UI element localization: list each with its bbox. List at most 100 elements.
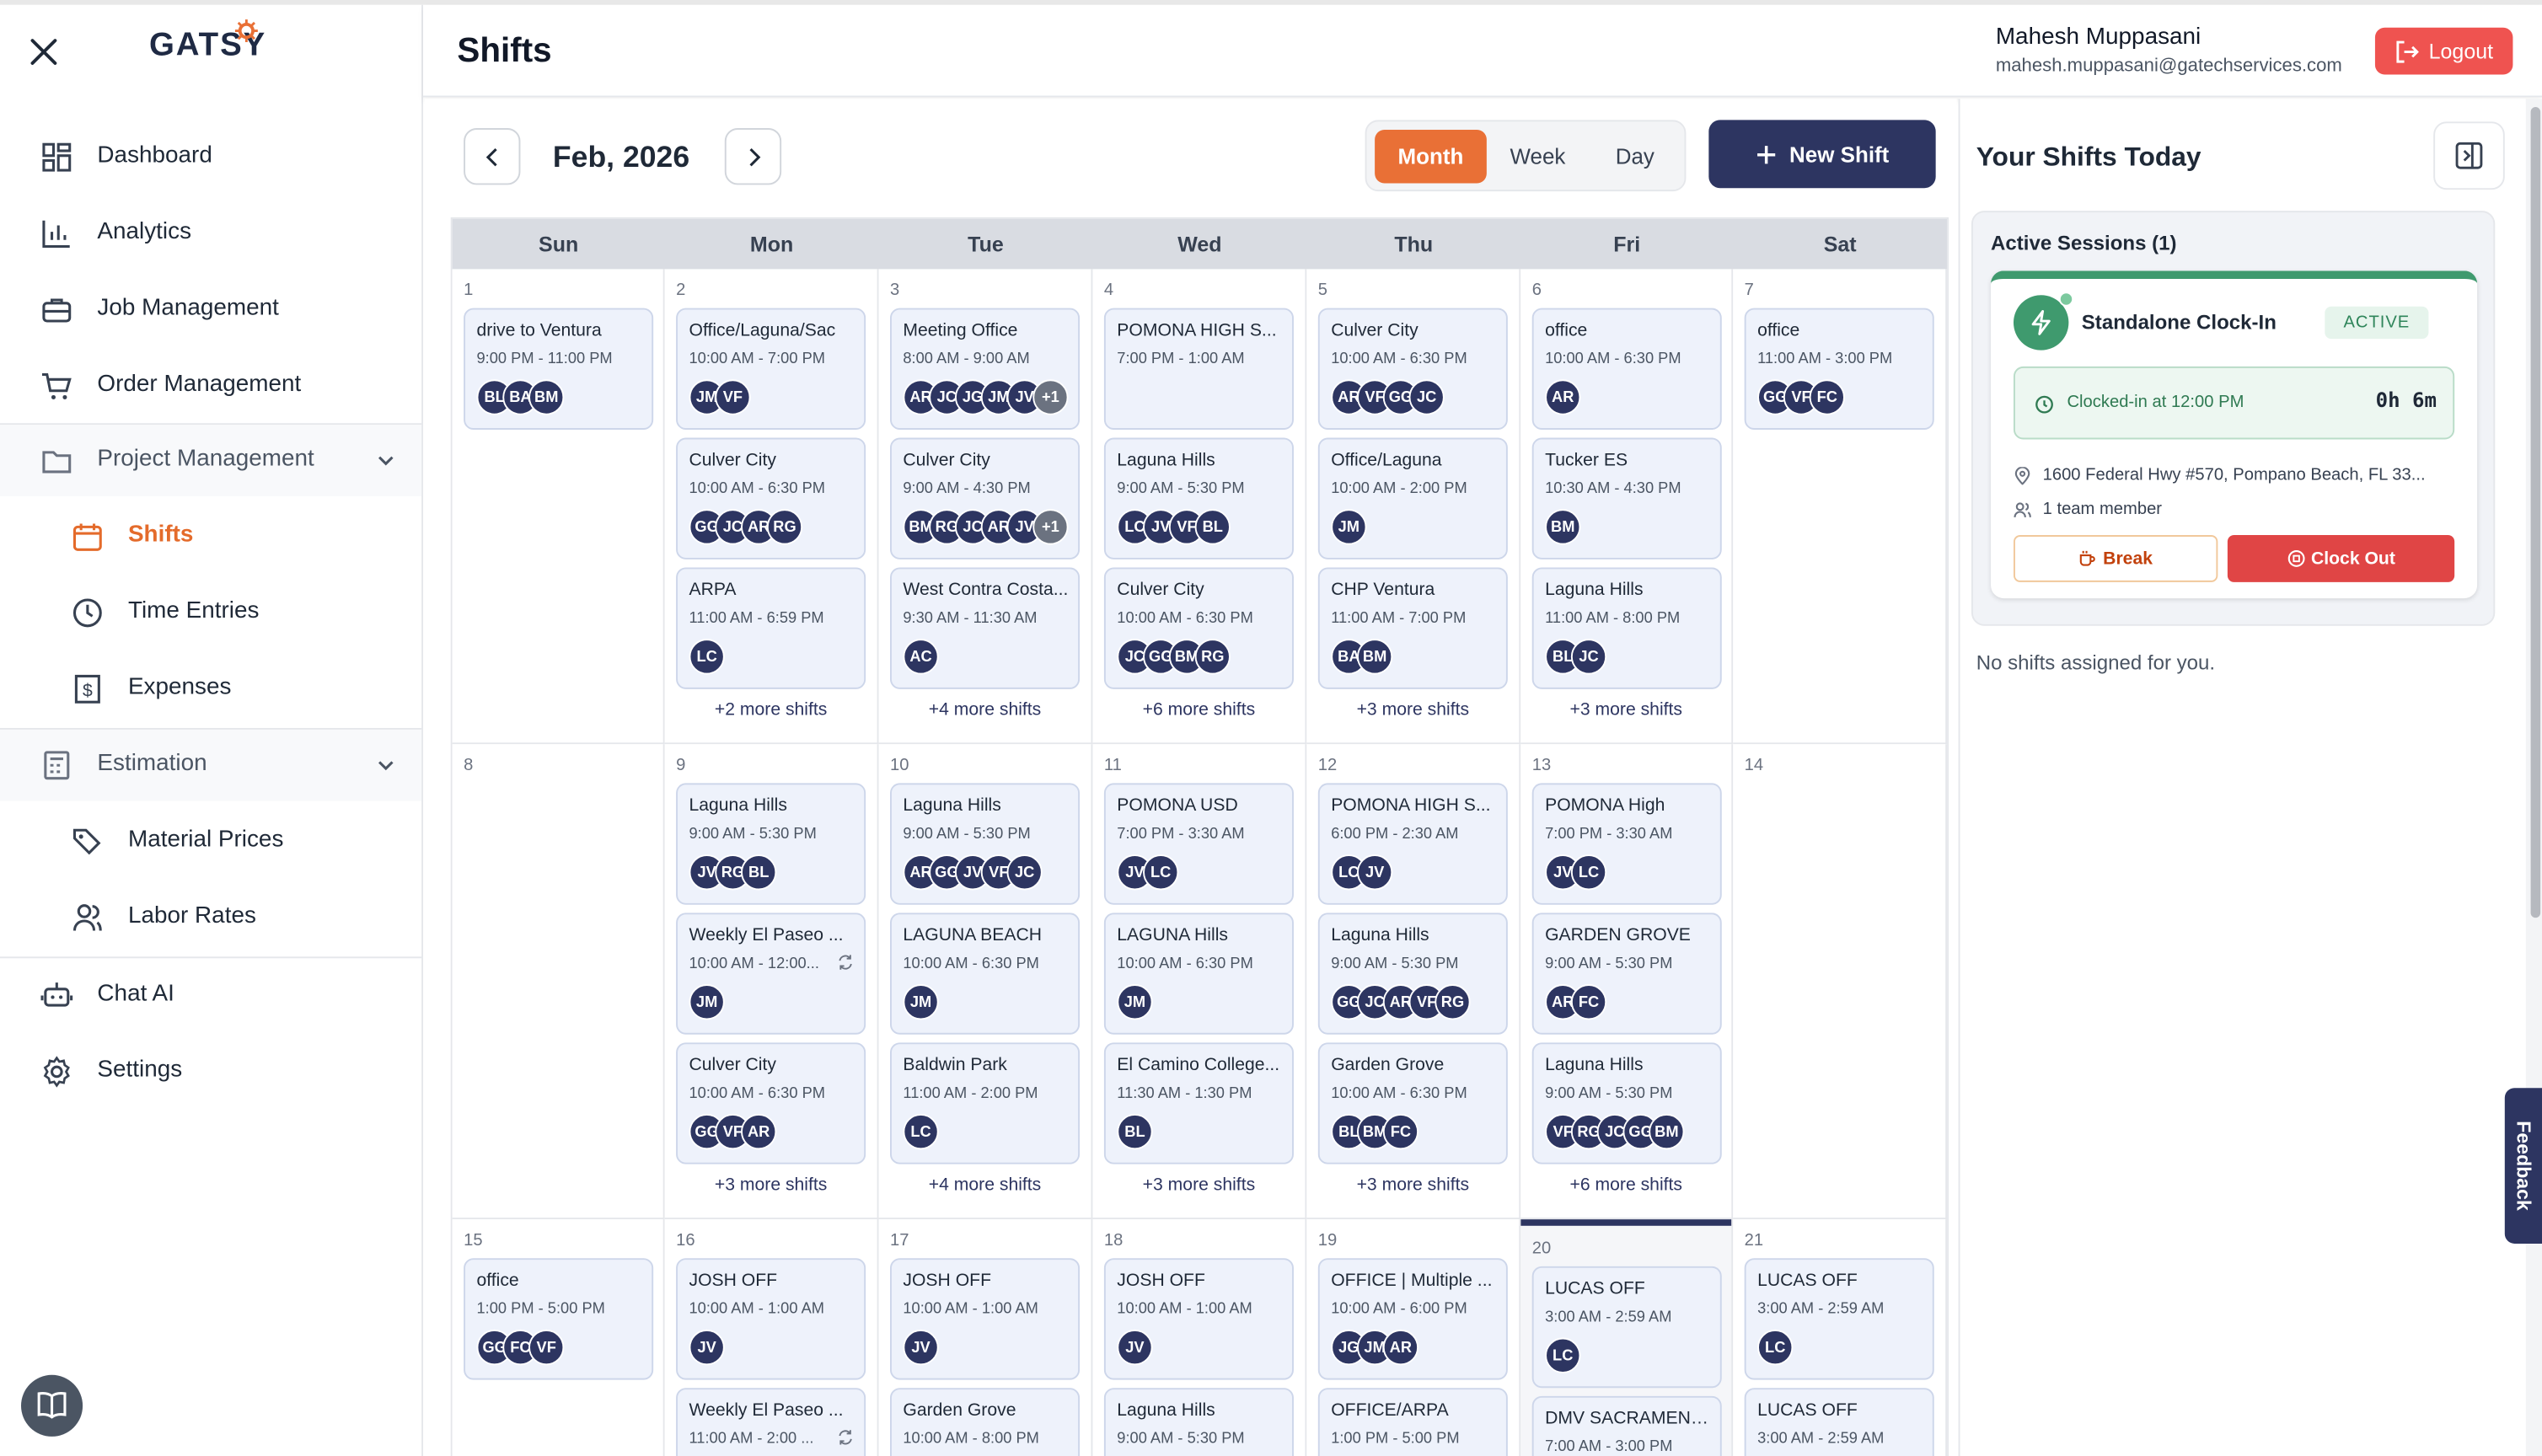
- shift-card[interactable]: office 1:00 PM - 5:00 PM GG FC VF: [464, 1258, 654, 1380]
- shift-card[interactable]: DMV SACRAMENTO 7:00 AM - 3:00 PM: [1531, 1395, 1722, 1456]
- calendar-day-cell[interactable]: 10 Laguna Hills 9:00 AM - 5:30 PM AR GG JV VF J…: [878, 744, 1093, 1220]
- shift-card[interactable]: OFFICE | Multiple ... 10:00 AM - 6:00 PM J…: [1317, 1258, 1508, 1380]
- shift-card[interactable]: Laguna Hills 9:00 AM - 5:30 PM LC JV VF BL: [1103, 437, 1294, 559]
- calendar-day-cell[interactable]: 16 JOSH OFF 10:00 AM - 1:00 AM JV Weekly El …: [664, 1219, 879, 1456]
- view-month-button[interactable]: Month: [1375, 129, 1487, 184]
- view-week-button[interactable]: Week: [1488, 130, 1587, 184]
- sidebar-item-estimation[interactable]: Estimation: [0, 729, 422, 801]
- calendar-day-cell[interactable]: 7 office 11:00 AM - 3:00 PM GG VF FC: [1733, 269, 1948, 745]
- more-shifts-link[interactable]: +3 more shifts: [1092, 1175, 1305, 1195]
- sidebar-item-dashboard[interactable]: Dashboard: [0, 121, 421, 193]
- more-shifts-link[interactable]: +3 more shifts: [1306, 700, 1519, 720]
- shift-card[interactable]: Laguna Hills 9:00 AM - 5:30 PM: [1103, 1388, 1294, 1456]
- sidebar-item-project-management[interactable]: Project Management: [0, 425, 422, 496]
- shift-card[interactable]: Laguna Hills 9:00 AM - 5:30 PM AR GG JV VF JC: [890, 783, 1081, 905]
- shift-card[interactable]: Meeting Office 8:00 AM - 9:00 AM AR JC JG JM J…: [890, 308, 1081, 430]
- shift-card[interactable]: drive to Ventura 9:00 PM - 11:00 PM BL BA BM: [464, 308, 654, 430]
- shift-card[interactable]: West Contra Costa... 9:30 AM - 11:30 AM AC: [890, 567, 1081, 689]
- collapse-panel-button[interactable]: [2433, 121, 2505, 190]
- calendar-day-cell[interactable]: 13 POMONA High 7:00 PM - 3:30 AM JV LC GARDEN…: [1520, 744, 1734, 1220]
- calendar-day-cell[interactable]: 6 office 10:00 AM - 6:30 PM AR Tucker ES 10:3…: [1520, 269, 1734, 745]
- sidebar-item-chat-ai[interactable]: Chat AI: [0, 960, 421, 1031]
- sidebar-item-time-entries[interactable]: Time Entries: [0, 577, 421, 649]
- sidebar-item-expenses[interactable]: $ Expenses: [0, 653, 421, 725]
- shift-card[interactable]: LUCAS OFF 3:00 AM - 2:59 AM: [1744, 1388, 1934, 1456]
- shift-card[interactable]: Laguna Hills 9:00 AM - 5:30 PM VF RG JC GG BM: [1531, 1042, 1722, 1164]
- more-shifts-link[interactable]: +3 more shifts: [1520, 700, 1731, 720]
- more-shifts-link[interactable]: +6 more shifts: [1092, 700, 1305, 720]
- shift-card[interactable]: OFFICE/ARPA 1:00 PM - 5:00 PM: [1317, 1388, 1508, 1456]
- calendar-day-cell[interactable]: 2 Office/Laguna/Sac 10:00 AM - 7:00 PM JM VF…: [664, 269, 879, 745]
- shift-card[interactable]: Culver City 10:00 AM - 6:30 PM GG JC AR RG: [676, 437, 866, 559]
- calendar-day-cell[interactable]: 17 JOSH OFF 10:00 AM - 1:00 AM JV Garden Gro…: [878, 1219, 1093, 1456]
- sidebar-item-order-management[interactable]: Order Management: [0, 351, 421, 422]
- shift-card[interactable]: LUCAS OFF 3:00 AM - 2:59 AM LC: [1744, 1258, 1934, 1380]
- shift-card[interactable]: JOSH OFF 10:00 AM - 1:00 AM JV: [676, 1258, 866, 1380]
- shift-card[interactable]: POMONA High 7:00 PM - 3:30 AM JV LC: [1531, 783, 1722, 905]
- calendar-day-cell[interactable]: 15 office 1:00 PM - 5:00 PM GG FC VF: [452, 1219, 665, 1456]
- shift-card[interactable]: Office/Laguna 10:00 AM - 2:00 PM JM: [1317, 437, 1508, 559]
- shift-card[interactable]: JOSH OFF 10:00 AM - 1:00 AM JV: [1103, 1258, 1294, 1380]
- shift-card[interactable]: Garden Grove 10:00 AM - 6:30 PM BL BM FC: [1317, 1042, 1508, 1164]
- shift-card[interactable]: office 10:00 AM - 6:30 PM AR: [1531, 308, 1722, 430]
- scrollbar-thumb[interactable]: [2530, 107, 2541, 918]
- calendar-day-cell[interactable]: 21 LUCAS OFF 3:00 AM - 2:59 AM LC LUCAS OFF 3…: [1733, 1219, 1948, 1456]
- calendar-day-cell[interactable]: 8: [452, 744, 665, 1220]
- sidebar-item-shifts[interactable]: Shifts: [0, 501, 421, 573]
- calendar-day-cell[interactable]: 1 drive to Ventura 9:00 PM - 11:00 PM BL BA B…: [452, 269, 665, 745]
- shift-card[interactable]: Laguna Hills 9:00 AM - 5:30 PM GG JC AR VF RG: [1317, 913, 1508, 1035]
- shift-card[interactable]: Garden Grove 10:00 AM - 8:00 PM: [890, 1388, 1081, 1456]
- shift-card[interactable]: LUCAS OFF 3:00 AM - 2:59 AM LC: [1531, 1266, 1722, 1389]
- sidebar-item-material-prices[interactable]: Material Prices: [0, 806, 421, 877]
- calendar-day-cell[interactable]: 18 JOSH OFF 10:00 AM - 1:00 AM JV Laguna Hil…: [1092, 1219, 1307, 1456]
- more-shifts-link[interactable]: +6 more shifts: [1520, 1175, 1731, 1195]
- calendar-day-cell[interactable]: 12 POMONA HIGH S... 6:00 PM - 2:30 AM LC JV L…: [1306, 744, 1521, 1220]
- more-shifts-link[interactable]: +3 more shifts: [1306, 1175, 1519, 1195]
- sidebar-item-labor-rates[interactable]: Labor Rates: [0, 882, 421, 954]
- prev-month-button[interactable]: [464, 128, 521, 185]
- sidebar-item-job-management[interactable]: Job Management: [0, 274, 421, 345]
- calendar-day-cell[interactable]: 14: [1733, 744, 1948, 1220]
- shift-card[interactable]: Culver City 10:00 AM - 6:30 PM AR VF GG JC: [1317, 308, 1508, 430]
- close-icon[interactable]: [29, 37, 59, 67]
- shift-card[interactable]: Laguna Hills 9:00 AM - 5:30 PM JV RG BL: [676, 783, 866, 905]
- calendar-day-cell[interactable]: 9 Laguna Hills 9:00 AM - 5:30 PM JV RG BL Week…: [664, 744, 879, 1220]
- shift-card[interactable]: Weekly El Paseo ... 11:00 AM - 2:00 ...: [676, 1388, 866, 1456]
- new-shift-button[interactable]: New Shift: [1708, 120, 1936, 189]
- shift-card[interactable]: Culver City 10:00 AM - 6:30 PM GG VF AR: [676, 1042, 866, 1164]
- feedback-tab[interactable]: Feedback: [2504, 1088, 2542, 1244]
- shift-card[interactable]: Culver City 9:00 AM - 4:30 PM BM RG JC AR JV +1: [890, 437, 1081, 559]
- calendar-day-cell[interactable]: 19 OFFICE | Multiple ... 10:00 AM - 6:00 P…: [1306, 1219, 1521, 1456]
- shift-card[interactable]: Baldwin Park 11:00 AM - 2:00 PM LC: [890, 1042, 1081, 1164]
- shift-card[interactable]: LAGUNA Hills 10:00 AM - 6:30 PM JM: [1103, 913, 1294, 1035]
- shift-card[interactable]: office 11:00 AM - 3:00 PM GG VF FC: [1744, 308, 1934, 430]
- shift-card[interactable]: Tucker ES 10:30 AM - 4:30 PM BM: [1531, 437, 1722, 559]
- shift-card[interactable]: LAGUNA BEACH 10:00 AM - 6:30 PM JM: [890, 913, 1081, 1035]
- shift-card[interactable]: POMONA HIGH S... 7:00 PM - 1:00 AM: [1103, 308, 1294, 430]
- calendar-day-cell[interactable]: 5 Culver City 10:00 AM - 6:30 PM AR VF GG JC Of…: [1306, 269, 1521, 745]
- calendar-day-cell[interactable]: 4 POMONA HIGH S... 7:00 PM - 1:00 AM Laguna…: [1092, 269, 1307, 745]
- shift-card[interactable]: POMONA HIGH S... 6:00 PM - 2:30 AM LC JV: [1317, 783, 1508, 905]
- shift-card[interactable]: GARDEN GROVE 9:00 AM - 5:30 PM AR FC: [1531, 913, 1722, 1035]
- help-book-button[interactable]: [21, 1374, 83, 1437]
- next-month-button[interactable]: [724, 128, 782, 185]
- more-shifts-link[interactable]: +3 more shifts: [665, 1175, 877, 1195]
- shift-card[interactable]: POMONA USD 7:00 PM - 3:30 AM JV LC: [1103, 783, 1294, 905]
- shift-card[interactable]: ARPA 11:00 AM - 6:59 PM LC: [676, 567, 866, 689]
- shift-card[interactable]: Laguna Hills 11:00 AM - 8:00 PM BL JC: [1531, 567, 1722, 689]
- clock-out-button[interactable]: Clock Out: [2227, 535, 2455, 582]
- calendar-day-cell[interactable]: 3 Meeting Office 8:00 AM - 9:00 AM AR JC JG JM…: [878, 269, 1093, 745]
- shift-card[interactable]: JOSH OFF 10:00 AM - 1:00 AM JV: [890, 1258, 1081, 1380]
- calendar-day-cell[interactable]: 20 LUCAS OFF 3:00 AM - 2:59 AM LC DMV SACRAM…: [1520, 1219, 1734, 1456]
- break-button[interactable]: Break: [2013, 535, 2218, 582]
- more-shifts-link[interactable]: +4 more shifts: [879, 1175, 1091, 1195]
- shift-card[interactable]: CHP Ventura 11:00 AM - 7:00 PM BA BM: [1317, 567, 1508, 689]
- sidebar-item-analytics[interactable]: Analytics: [0, 198, 421, 270]
- view-day-button[interactable]: Day: [1589, 130, 1681, 184]
- more-shifts-link[interactable]: +4 more shifts: [879, 700, 1091, 720]
- logout-button[interactable]: Logout: [2374, 27, 2513, 75]
- shift-card[interactable]: Culver City 10:00 AM - 6:30 PM JC GG BM RG: [1103, 567, 1294, 689]
- calendar-day-cell[interactable]: 11 POMONA USD 7:00 PM - 3:30 AM JV LC LAGUNA …: [1092, 744, 1307, 1220]
- shift-card[interactable]: Office/Laguna/Sac 10:00 AM - 7:00 PM JM VF: [676, 308, 866, 430]
- shift-card[interactable]: El Camino College... 11:30 AM - 1:30 PM BL: [1103, 1042, 1294, 1164]
